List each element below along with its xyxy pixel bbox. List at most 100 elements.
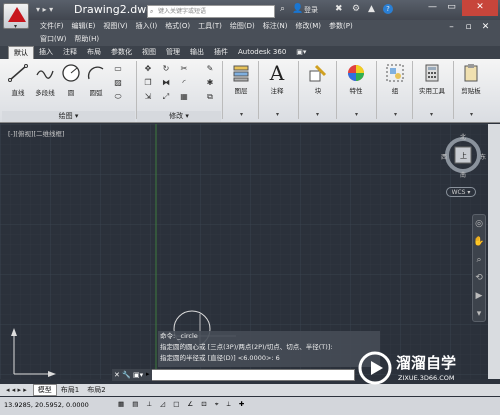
- search-icon[interactable]: ⌕: [280, 4, 285, 14]
- ribbon-tab[interactable]: 管理: [161, 46, 185, 59]
- viewcube[interactable]: 北 南 东 西 上: [440, 132, 486, 192]
- tab-layout2[interactable]: 布局2: [83, 385, 109, 395]
- ribbon-tab[interactable]: ▣▾: [291, 46, 311, 59]
- line-tool[interactable]: 直线: [6, 63, 30, 97]
- explode-icon[interactable]: ✱: [204, 78, 216, 88]
- steering-wheel-icon[interactable]: ◎: [473, 215, 485, 233]
- user-icon[interactable]: 👤: [292, 4, 303, 14]
- title-bar: ▾ ▾ ▸ ▾ Drawing2.dwg ⌕ 键入关键字或短语 ⌕ 👤 登录 ✖…: [0, 0, 500, 30]
- tab-nav-arrows[interactable]: ◂ ◂ ▸ ▸: [0, 386, 33, 394]
- ribbon-tab[interactable]: 注释: [58, 46, 82, 59]
- exchange-icon[interactable]: ✖: [335, 4, 343, 14]
- move-icon[interactable]: ✥: [142, 64, 154, 74]
- menu-item[interactable]: 修改(M): [291, 20, 325, 33]
- chevron-down-icon[interactable]: ▾: [470, 111, 473, 118]
- menu-item[interactable]: 参数(P): [325, 20, 357, 33]
- ribbon-tab[interactable]: 插件: [209, 46, 233, 59]
- menu-item[interactable]: 插入(I): [132, 20, 162, 33]
- layers-tool[interactable]: 图层: [228, 63, 254, 95]
- vertical-scrollbar[interactable]: [488, 124, 500, 379]
- polyline-tool[interactable]: 多段线: [32, 63, 58, 97]
- menu-item[interactable]: 窗口(W): [36, 33, 70, 46]
- ellipse-icon[interactable]: ⬭: [112, 92, 124, 102]
- wcs-dropdown[interactable]: WCS ▾: [446, 187, 476, 197]
- menu-bar: 文件(F) 编辑(E) 视图(V) 插入(I) 格式(O) 工具(T) 绘图(D) 标注(N)…: [0, 20, 500, 46]
- chevron-down-icon[interactable]: ▾: [276, 111, 279, 118]
- hatch-icon[interactable]: ▨: [112, 78, 124, 88]
- erase-icon[interactable]: ✎: [204, 64, 216, 74]
- autocad-logo-icon: [8, 7, 26, 22]
- tab-model[interactable]: 模型: [32, 384, 57, 396]
- maximize-button[interactable]: ▭: [443, 0, 460, 16]
- arc-tool-label: 圆弧: [89, 89, 103, 97]
- fillet-icon[interactable]: ◜: [178, 78, 190, 88]
- menu-item[interactable]: 工具(T): [194, 20, 226, 33]
- ribbon-tab[interactable]: 视图: [137, 46, 161, 59]
- pan-icon[interactable]: ✋: [473, 233, 485, 251]
- mirror-icon[interactable]: ⧓: [160, 78, 172, 88]
- ribbon-tab[interactable]: 参数化: [106, 46, 137, 59]
- properties-tool[interactable]: 特性: [342, 63, 370, 95]
- draw-panel-title[interactable]: 绘图 ▾: [2, 111, 135, 122]
- doc-restore-button[interactable]: ▫: [460, 20, 477, 36]
- application-menu-button[interactable]: ▾: [3, 3, 29, 30]
- menu-item[interactable]: 标注(N): [259, 20, 292, 33]
- viewport-controls-label[interactable]: [-][俯视][二维线框]: [8, 128, 65, 138]
- clipboard-tool[interactable]: 剪贴板: [456, 63, 486, 95]
- viewcube-east[interactable]: 东: [480, 152, 486, 161]
- ribbon-tab[interactable]: Autodesk 360: [233, 46, 291, 59]
- chevron-down-icon[interactable]: ▾: [316, 111, 319, 118]
- stretch-icon[interactable]: ⇲: [142, 92, 154, 102]
- chevron-down-icon[interactable]: ▾: [240, 111, 243, 118]
- copy-icon[interactable]: ❐: [142, 78, 154, 88]
- annotation-tool[interactable]: A 注释: [264, 63, 290, 95]
- orbit-icon[interactable]: ⟲: [473, 269, 485, 287]
- rotate-icon[interactable]: ↻: [160, 64, 172, 74]
- arc-tool[interactable]: 圆弧: [84, 63, 108, 97]
- signin-link[interactable]: 登录: [304, 5, 318, 15]
- watermark-url: ZIXUE.3D66.COM: [398, 374, 455, 382]
- drafting-aids-icons[interactable]: ▦ ▤ ⊥ ◿ □ ∠ ⊡ ⌖ ⟂ ✚: [118, 400, 247, 409]
- ribbon-tab[interactable]: 默认: [8, 46, 34, 59]
- circle-tool[interactable]: 圆: [60, 63, 82, 97]
- ribbon-tab[interactable]: 输出: [185, 46, 209, 59]
- quick-access-toolbar[interactable]: ▾ ▸ ▾: [36, 5, 53, 14]
- viewcube-north[interactable]: 北: [460, 132, 466, 141]
- viewcube-south[interactable]: 南: [460, 170, 466, 179]
- array-icon[interactable]: ▦: [178, 92, 190, 102]
- rectangle-icon[interactable]: ▭: [112, 64, 124, 74]
- modify-panel-title[interactable]: 修改 ▾: [137, 111, 221, 122]
- help-button[interactable]: ?: [383, 4, 393, 14]
- offset-icon[interactable]: ⧉: [204, 92, 216, 102]
- search-input[interactable]: ⌕ 键入关键字或短语: [147, 5, 275, 18]
- viewcube-west[interactable]: 西: [441, 152, 447, 161]
- chevron-down-icon[interactable]: ▾: [430, 111, 433, 118]
- scale-icon[interactable]: ⤢: [160, 92, 172, 102]
- group-tool[interactable]: 组: [382, 63, 408, 95]
- doc-minimize-button[interactable]: –: [443, 20, 460, 36]
- account-icon[interactable]: ⚙: [352, 4, 360, 14]
- tab-layout1[interactable]: 布局1: [57, 385, 83, 395]
- ribbon-tab[interactable]: 布局: [82, 46, 106, 59]
- menu-item[interactable]: 视图(V): [99, 20, 131, 33]
- zoom-icon[interactable]: ⌕: [473, 251, 485, 269]
- utilities-tool[interactable]: 实用工具: [414, 63, 450, 95]
- menu-item[interactable]: 帮助(H): [70, 33, 103, 46]
- menu-item[interactable]: 绘图(D): [226, 20, 259, 33]
- menu-item[interactable]: 文件(F): [36, 20, 68, 33]
- ribbon-tab[interactable]: 插入: [34, 46, 58, 59]
- minimize-button[interactable]: —: [424, 0, 441, 16]
- close-button[interactable]: ✕: [462, 0, 498, 16]
- menu-item[interactable]: 格式(O): [161, 20, 194, 33]
- showmotion-icon[interactable]: ▶: [473, 287, 485, 305]
- autodesk-a-icon[interactable]: ▲: [368, 4, 375, 14]
- chevron-down-icon[interactable]: ▾: [394, 111, 397, 118]
- chevron-down-icon[interactable]: ▾: [355, 111, 358, 118]
- nav-menu-icon[interactable]: ▾: [473, 305, 485, 323]
- block-tool[interactable]: 块: [304, 63, 332, 95]
- menu-item[interactable]: 编辑(E): [68, 20, 100, 33]
- watermark-brand: 溜溜自学: [396, 354, 457, 372]
- viewcube-top-face[interactable]: 上: [460, 151, 467, 161]
- doc-close-button[interactable]: ✕: [477, 20, 494, 36]
- trim-icon[interactable]: ✂: [178, 64, 190, 74]
